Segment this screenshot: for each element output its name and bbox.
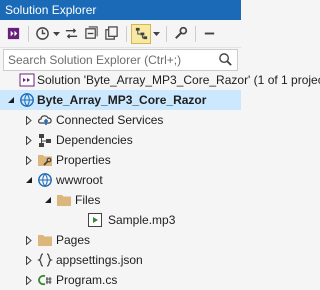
title-bar: Solution Explorer xyxy=(0,0,241,20)
tree-label: Connected Services xyxy=(56,113,164,127)
csharp-file-icon xyxy=(37,272,53,288)
folder-icon xyxy=(56,192,72,208)
caret-down-icon[interactable] xyxy=(153,24,160,44)
tree-label: appsettings.json xyxy=(56,253,143,267)
tree-item-dependencies[interactable]: Dependencies xyxy=(0,130,241,150)
solution-icon xyxy=(19,72,35,88)
expand-arrow-icon[interactable] xyxy=(24,115,34,125)
properties-wrench-icon[interactable] xyxy=(171,24,189,44)
tree-label: wwwroot xyxy=(56,173,103,187)
search-placeholder: Search Solution Explorer (Ctrl+;) xyxy=(8,53,182,67)
caret-down-icon[interactable] xyxy=(53,24,60,44)
history-icon[interactable] xyxy=(33,24,51,44)
globe-icon xyxy=(37,172,53,188)
expand-arrow-icon[interactable] xyxy=(24,155,34,165)
search-input[interactable]: Search Solution Explorer (Ctrl+;) xyxy=(3,49,238,71)
collapse-arrow-icon[interactable] xyxy=(43,195,53,205)
expand-arrow-icon[interactable] xyxy=(24,235,34,245)
tree-label: Files xyxy=(75,193,101,207)
toolbar-separator xyxy=(28,25,29,42)
sync-active-doc-icon[interactable] xyxy=(62,24,80,44)
tree-label: Solution 'Byte_Array_MP3_Core_Razor' (1 … xyxy=(37,73,320,87)
tree-item-properties[interactable]: Properties xyxy=(0,150,241,170)
web-project-icon xyxy=(19,92,35,108)
tree-item-program-cs[interactable]: Program.cs xyxy=(0,270,241,290)
folder-icon xyxy=(37,232,53,248)
more-icon[interactable] xyxy=(200,24,218,44)
tree-label: Pages xyxy=(56,233,91,247)
tree-label: Sample.mp3 xyxy=(108,213,176,227)
tree-item-appsettings[interactable]: appsettings.json xyxy=(0,250,241,270)
expand-arrow-icon[interactable] xyxy=(24,135,34,145)
collapse-arrow-icon[interactable] xyxy=(6,95,16,105)
tree-label: Properties xyxy=(56,153,111,167)
media-file-icon xyxy=(87,212,103,228)
json-file-icon xyxy=(37,252,53,268)
vs-sync-icon[interactable] xyxy=(4,24,22,44)
tree-label: Dependencies xyxy=(56,133,133,147)
dependencies-icon xyxy=(37,132,53,148)
toolbar xyxy=(0,20,241,48)
collapse-arrow-icon[interactable] xyxy=(24,175,34,185)
tree-item-connected-services[interactable]: Connected Services xyxy=(0,110,241,130)
tree-label: Byte_Array_MP3_Core_Razor xyxy=(37,93,207,107)
toolbar-separator xyxy=(166,25,167,42)
tree-item-project[interactable]: Byte_Array_MP3_Core_Razor xyxy=(0,90,241,110)
expand-arrow-icon[interactable] xyxy=(24,255,34,265)
preview-icon[interactable] xyxy=(131,23,151,44)
tree-item-files[interactable]: Files xyxy=(0,190,241,210)
properties-folder-icon xyxy=(37,152,53,168)
show-all-files-icon[interactable] xyxy=(102,24,120,44)
connected-services-icon xyxy=(37,112,53,128)
tree-item-solution[interactable]: Solution 'Byte_Array_MP3_Core_Razor' (1 … xyxy=(0,70,320,90)
expand-arrow-icon[interactable] xyxy=(24,275,34,285)
search-icon[interactable] xyxy=(218,52,233,67)
solution-explorer-panel: Solution Explorer Search Solution Explor… xyxy=(0,0,320,287)
tree-item-pages[interactable]: Pages xyxy=(0,230,241,250)
tree-label: Program.cs xyxy=(56,273,118,287)
collapse-all-icon[interactable] xyxy=(82,24,100,44)
tree-item-sample-mp3[interactable]: Sample.mp3 xyxy=(0,210,241,230)
solution-tree: Solution 'Byte_Array_MP3_Core_Razor' (1 … xyxy=(0,70,320,290)
toolbar-separator xyxy=(195,25,196,42)
window-title: Solution Explorer xyxy=(5,3,97,17)
toolbar-separator xyxy=(126,25,127,42)
tree-item-wwwroot[interactable]: wwwroot xyxy=(0,170,241,190)
